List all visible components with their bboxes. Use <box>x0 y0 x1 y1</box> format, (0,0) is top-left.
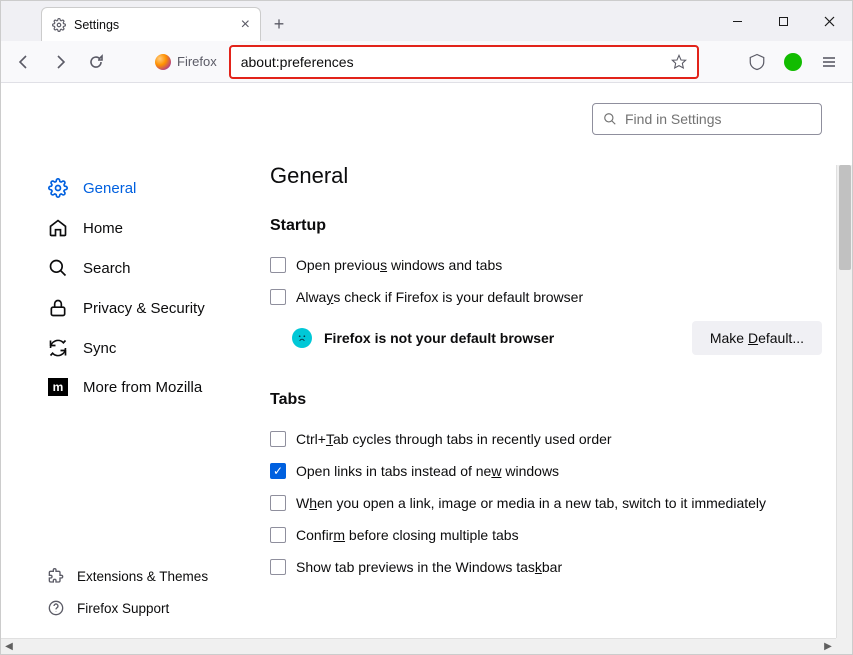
close-tab-icon[interactable]: × <box>241 16 250 34</box>
close-window-button[interactable] <box>806 6 852 36</box>
search-icon <box>47 258 69 278</box>
sidebar-item-home[interactable]: Home <box>1 208 256 248</box>
browser-tab[interactable]: Settings × <box>41 7 261 41</box>
reload-button[interactable] <box>79 46 113 78</box>
content-area: General Home Search Privacy & Security S… <box>1 83 852 654</box>
nav-toolbar: Firefox about:preferences <box>1 41 852 83</box>
window-controls <box>714 1 852 41</box>
identity-box[interactable]: Firefox <box>145 46 227 78</box>
sidebar-item-label: Search <box>83 260 131 277</box>
checkbox-icon: ✓ <box>270 463 286 479</box>
url-text: about:preferences <box>241 54 354 70</box>
scrollbar-thumb[interactable] <box>839 165 851 270</box>
checkbox-confirm-close[interactable]: Confirm before closing multiple tabs <box>270 519 822 551</box>
sidebar-support[interactable]: Firefox Support <box>1 592 256 624</box>
scroll-corner <box>836 638 852 654</box>
app-menu-button[interactable] <box>812 46 846 78</box>
puzzle-icon <box>47 568 65 584</box>
sync-icon <box>47 338 69 358</box>
vertical-scrollbar[interactable] <box>836 165 852 638</box>
section-startup: Startup <box>270 217 822 235</box>
sidebar-item-label: More from Mozilla <box>83 379 202 396</box>
search-input[interactable]: Find in Settings <box>592 103 822 135</box>
checkbox-icon <box>270 289 286 305</box>
checkbox-icon <box>270 559 286 575</box>
sidebar-item-label: Privacy & Security <box>83 300 205 317</box>
checkbox-taskbar-preview[interactable]: Show tab previews in the Windows taskbar <box>270 551 822 583</box>
main-panel: Find in Settings General Startup Open pr… <box>256 83 852 654</box>
minimize-button[interactable] <box>714 6 760 36</box>
pocket-icon[interactable] <box>740 46 774 78</box>
bookmark-star-icon[interactable] <box>671 54 687 70</box>
default-browser-row: Firefox is not your default browser Make… <box>270 313 822 363</box>
identity-label: Firefox <box>177 54 217 69</box>
sidebar-item-search[interactable]: Search <box>1 248 256 288</box>
checkbox-icon <box>270 527 286 543</box>
sidebar-item-sync[interactable]: Sync <box>1 328 256 368</box>
scroll-right-icon[interactable]: ▶ <box>820 641 836 652</box>
checkbox-switch-immediate[interactable]: When you open a link, image or media in … <box>270 487 822 519</box>
sidebar-item-label: Sync <box>83 340 116 357</box>
page-title: General <box>270 163 822 189</box>
sidebar-item-privacy[interactable]: Privacy & Security <box>1 288 256 328</box>
sad-face-icon <box>292 328 312 348</box>
firefox-icon <box>155 54 171 70</box>
checkbox-label: Open links in tabs instead of new window… <box>296 463 559 479</box>
forward-button[interactable] <box>43 46 77 78</box>
sidebar-item-more[interactable]: m More from Mozilla <box>1 368 256 406</box>
make-default-button[interactable]: Make Default... <box>692 321 822 355</box>
extension-icon[interactable] <box>776 46 810 78</box>
help-icon <box>47 600 65 616</box>
search-icon <box>603 112 617 126</box>
checkbox-label: Open previous windows and tabs <box>296 257 502 273</box>
sidebar-item-general[interactable]: General <box>1 168 256 208</box>
back-button[interactable] <box>7 46 41 78</box>
checkbox-icon <box>270 257 286 273</box>
checkbox-label: Always check if Firefox is your default … <box>296 289 583 305</box>
checkbox-label: Ctrl+Tab cycles through tabs in recently… <box>296 431 612 447</box>
checkbox-ctrl-tab[interactable]: Ctrl+Tab cycles through tabs in recently… <box>270 423 822 455</box>
gear-icon <box>47 178 69 198</box>
gear-icon <box>52 18 66 32</box>
sidebar: General Home Search Privacy & Security S… <box>1 83 256 654</box>
checkbox-icon <box>270 495 286 511</box>
footer-label: Firefox Support <box>77 601 169 616</box>
sidebar-item-label: Home <box>83 220 123 237</box>
lock-icon <box>47 298 69 318</box>
footer-label: Extensions & Themes <box>77 569 208 584</box>
scroll-left-icon[interactable]: ◀ <box>1 641 17 652</box>
checkbox-label: When you open a link, image or media in … <box>296 495 766 511</box>
maximize-button[interactable] <box>760 6 806 36</box>
titlebar: Settings × + <box>1 1 852 41</box>
checkbox-label: Show tab previews in the Windows taskbar <box>296 559 562 575</box>
sidebar-extensions[interactable]: Extensions & Themes <box>1 560 256 592</box>
checkbox-always-check[interactable]: Always check if Firefox is your default … <box>270 281 822 313</box>
default-browser-message: Firefox is not your default browser <box>324 330 554 346</box>
tab-title: Settings <box>74 18 119 32</box>
window: Settings × + Firefox about:preferences <box>0 0 853 655</box>
checkbox-open-links[interactable]: ✓ Open links in tabs instead of new wind… <box>270 455 822 487</box>
checkbox-label: Confirm before closing multiple tabs <box>296 527 519 543</box>
home-icon <box>47 218 69 238</box>
checkbox-icon <box>270 431 286 447</box>
search-placeholder: Find in Settings <box>625 111 722 127</box>
checkbox-open-previous[interactable]: Open previous windows and tabs <box>270 249 822 281</box>
sidebar-item-label: General <box>83 180 136 197</box>
url-bar[interactable]: about:preferences <box>229 45 699 79</box>
horizontal-scrollbar[interactable]: ◀ ▶ <box>1 638 836 654</box>
section-tabs: Tabs <box>270 391 822 409</box>
mozilla-icon: m <box>47 378 69 396</box>
new-tab-button[interactable]: + <box>265 10 293 38</box>
